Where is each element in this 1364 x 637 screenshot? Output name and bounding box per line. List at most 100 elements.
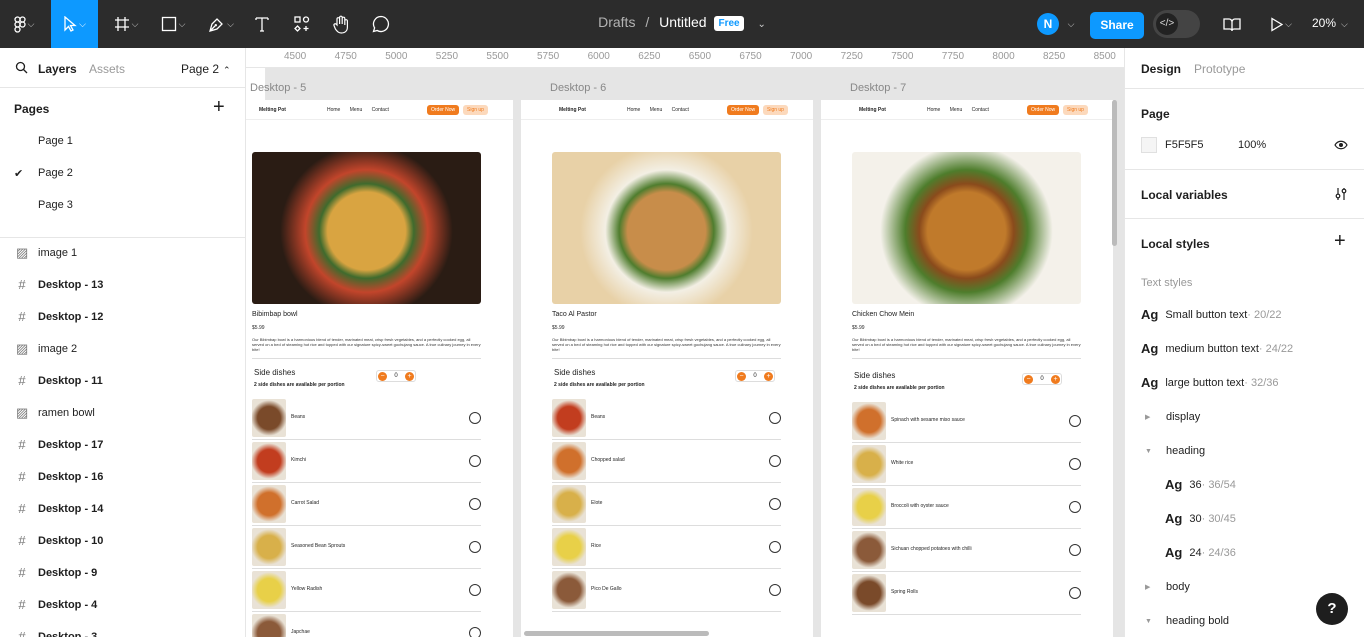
text-style-preview: Ag	[1141, 341, 1159, 356]
frame-icon: #	[18, 629, 26, 637]
layer-item[interactable]: # Desktop - 9	[0, 557, 245, 589]
frame-icon: #	[18, 437, 26, 452]
tab-layers[interactable]: Layers	[38, 62, 77, 76]
multiplayer-menu-button[interactable]: ⌵	[1063, 0, 1077, 48]
frame-tool-button[interactable]: ⌵	[108, 0, 144, 48]
quantity-value: 0	[753, 373, 757, 379]
layer-item-label: Desktop - 3	[38, 631, 98, 637]
page-opacity-value[interactable]: 100%	[1238, 139, 1266, 151]
page-heading: Page	[1141, 107, 1170, 121]
page-color-value[interactable]: F5F5F5	[1165, 139, 1204, 151]
add-page-icon[interactable]: +	[213, 96, 225, 119]
page-item[interactable]: Page 1	[0, 125, 245, 157]
eye-icon[interactable]	[1334, 140, 1348, 150]
text-style-item[interactable]: Ag 24 · 24/36	[1165, 545, 1236, 560]
quantity-stepper: − 0 +	[376, 370, 416, 382]
breadcrumb-project[interactable]: Drafts	[598, 14, 635, 30]
layer-item[interactable]: # Desktop - 12	[0, 301, 245, 333]
text-tool-button[interactable]	[250, 0, 274, 48]
text-style-preview: Ag	[1165, 511, 1183, 526]
text-style-item[interactable]: Ag medium button text · 24/22	[1141, 341, 1293, 356]
zoom-control[interactable]: 20% ⌵	[1312, 16, 1348, 30]
chevron-down-icon[interactable]: ⌄	[758, 19, 766, 30]
style-group[interactable]: ▶ display	[1145, 411, 1200, 423]
page-color-swatch[interactable]	[1141, 137, 1157, 153]
horizontal-scrollbar[interactable]	[524, 631, 709, 636]
local-variables-heading: Local variables	[1141, 188, 1228, 202]
add-style-icon[interactable]: +	[1334, 230, 1346, 253]
divider	[852, 358, 1081, 359]
hand-tool-button[interactable]	[329, 0, 353, 48]
avatar[interactable]: N	[1037, 13, 1059, 35]
text-style-item[interactable]: Ag 30 · 30/45	[1165, 511, 1236, 526]
desktop-frame[interactable]: Melting Pot Home Menu Contact Order Now Sig…	[821, 100, 1113, 637]
layer-item[interactable]: # Desktop - 14	[0, 493, 245, 525]
vertical-scrollbar[interactable]	[1112, 100, 1117, 246]
text-style-item[interactable]: Ag Small button text · 20/22	[1141, 307, 1282, 322]
layer-item[interactable]: # Desktop - 16	[0, 461, 245, 493]
layer-item[interactable]: # Desktop - 13	[0, 269, 245, 301]
layer-item[interactable]: # Desktop - 17	[0, 429, 245, 461]
page-item[interactable]: ✔ Page 2	[0, 157, 245, 189]
layer-item[interactable]: ▨ image 2	[0, 333, 245, 365]
shape-tool-button[interactable]: ⌵	[155, 0, 191, 48]
local-styles-heading: Local styles	[1141, 237, 1210, 251]
side-dish-image	[552, 442, 586, 480]
text-style-item[interactable]: Ag 36 · 36/54	[1165, 477, 1236, 492]
comment-tool-button[interactable]	[369, 0, 393, 48]
side-dish-name: Spring Rolls	[891, 589, 918, 595]
file-name[interactable]: Untitled	[659, 14, 706, 30]
pen-tool-button[interactable]: ⌵	[202, 0, 240, 48]
help-button[interactable]: ?	[1316, 593, 1348, 625]
side-dishes-title: Side dishes	[854, 371, 896, 380]
ruler-tick-label: 8250	[1043, 51, 1066, 62]
style-group-name: body	[1166, 581, 1190, 593]
side-dish-radio	[469, 498, 481, 510]
search-icon[interactable]	[15, 61, 28, 74]
component-tool-button[interactable]	[290, 0, 314, 48]
variables-settings-icon[interactable]	[1334, 187, 1348, 201]
layer-item[interactable]: # Desktop - 11	[0, 365, 245, 397]
quantity-stepper: − 0 +	[1022, 373, 1062, 385]
frame-label[interactable]: Desktop - 6	[550, 82, 606, 94]
main-menu-button[interactable]: ⌵	[6, 0, 42, 48]
side-dish-radio	[469, 541, 481, 553]
dish-image	[852, 152, 1081, 304]
tab-prototype[interactable]: Prototype	[1194, 62, 1245, 76]
layer-item[interactable]: # Desktop - 10	[0, 525, 245, 557]
desktop-frame[interactable]: Melting Pot Home Menu Contact Order Now Sig…	[521, 100, 813, 637]
canvas[interactable]: 4500 4750 5000 5250 5500 5750 6000 6250 6500 6750…	[246, 48, 1124, 637]
present-button[interactable]: ⌵	[1263, 0, 1299, 48]
plan-badge[interactable]: Free	[714, 16, 744, 31]
layer-item[interactable]: # Desktop - 3	[0, 621, 245, 637]
side-dish-name: Yellow Radish	[291, 586, 323, 592]
text-styles-heading: Text styles	[1141, 277, 1193, 289]
layer-item[interactable]: ▨ ramen bowl	[0, 397, 245, 429]
style-group-name: display	[1166, 411, 1201, 423]
style-group[interactable]: ▼ heading bold	[1145, 615, 1229, 627]
side-dish-radio	[1069, 458, 1081, 470]
move-tool-button[interactable]: ⌵	[51, 0, 98, 48]
text-style-preview: Ag	[1165, 545, 1183, 560]
layer-item[interactable]: # Desktop - 4	[0, 589, 245, 621]
dev-mode-icon: </>	[1156, 13, 1178, 35]
frame-label[interactable]: Desktop - 7	[850, 82, 906, 94]
component-tool-icon	[294, 16, 310, 32]
current-page-selector[interactable]: Page 2 ⌃	[181, 62, 231, 76]
style-group[interactable]: ▼ heading	[1145, 445, 1205, 457]
frame-label[interactable]: Desktop - 5	[250, 82, 306, 94]
side-dish-row: Carrot Salad	[252, 483, 481, 526]
dev-mode-toggle[interactable]: </>	[1153, 10, 1200, 38]
side-dish-radio	[1069, 501, 1081, 513]
share-button[interactable]: Share	[1090, 12, 1144, 39]
library-button[interactable]	[1220, 0, 1244, 48]
desktop-frame[interactable]: Melting Pot Home Menu Contact Order Now Sig…	[246, 100, 513, 637]
page-item[interactable]: Page 3	[0, 189, 245, 221]
comment-tool-icon	[372, 15, 390, 33]
tab-assets[interactable]: Assets	[89, 62, 125, 76]
layer-item[interactable]: ▨ image 1	[0, 237, 245, 269]
style-group[interactable]: ▶ body	[1145, 581, 1190, 593]
text-style-size: · 32/36	[1244, 376, 1279, 389]
tab-design[interactable]: Design	[1141, 62, 1181, 76]
text-style-item[interactable]: Ag large button text · 32/36	[1141, 375, 1278, 390]
